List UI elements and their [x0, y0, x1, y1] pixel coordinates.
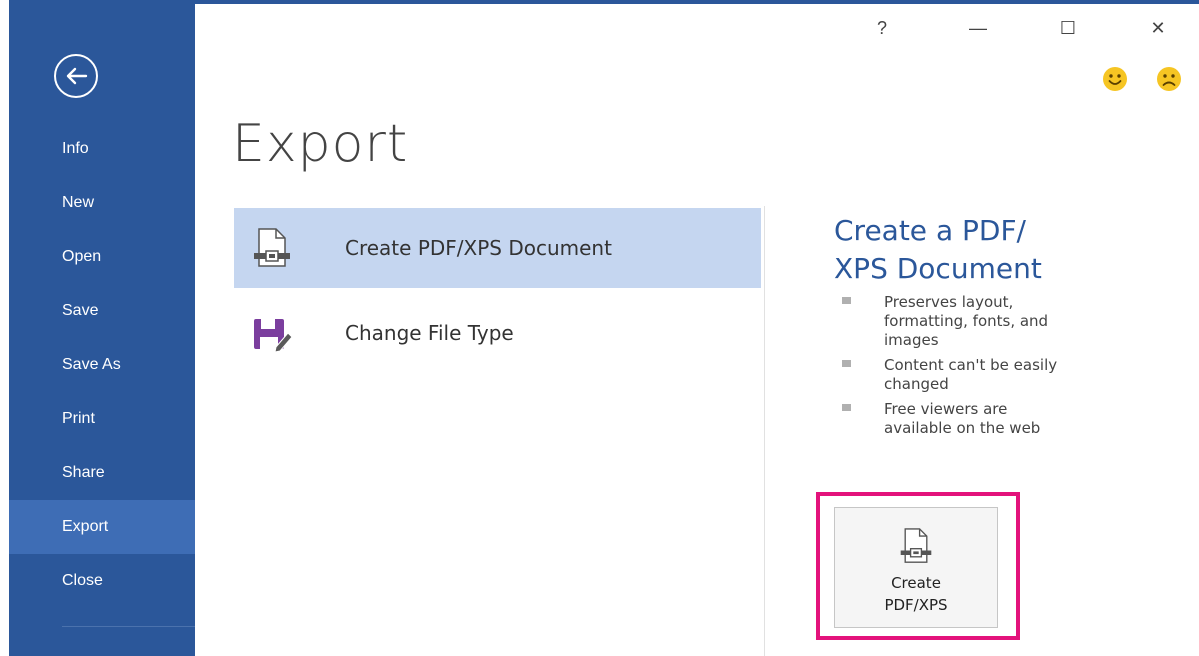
nav-item-new[interactable]: New [9, 176, 195, 230]
close-button[interactable]: ✕ [1138, 18, 1178, 48]
window-left-border [0, 0, 9, 656]
page-title: Export [232, 114, 409, 174]
backstage-sidebar: Info New Open Save Save As Print Share E… [9, 4, 195, 656]
nav-item-open[interactable]: Open [9, 230, 195, 284]
create-button-line2: PDF/XPS [884, 596, 948, 614]
send-smile-button[interactable] [1102, 66, 1128, 92]
backstage-nav: Info New Open Save Save As Print Share E… [9, 122, 195, 608]
create-pdf-xps-button[interactable]: Create PDF/XPS [834, 507, 998, 628]
nav-item-share[interactable]: Share [9, 446, 195, 500]
feature-item: Content can't be easily changed [839, 356, 1069, 394]
pdf-document-icon [254, 228, 290, 267]
create-button-label: Create PDF/XPS [866, 572, 966, 616]
nav-item-info[interactable]: Info [9, 122, 195, 176]
smile-face-icon [1103, 67, 1127, 91]
nav-item-save-as[interactable]: Save As [9, 338, 195, 392]
bullet-square-icon [842, 297, 851, 304]
send-frown-button[interactable] [1156, 66, 1182, 92]
feature-text: Preserves layout, formatting, fonts, and… [884, 293, 1049, 349]
bullet-square-icon [842, 404, 851, 411]
pane-divider [764, 206, 765, 656]
nav-item-export[interactable]: Export [9, 500, 195, 554]
create-button-line1: Create [891, 574, 941, 592]
nav-item-print[interactable]: Print [9, 392, 195, 446]
detail-title: Create a PDF/ XPS Document [834, 212, 1134, 288]
option-label: Create PDF/XPS Document [345, 236, 612, 260]
feature-text: Content can't be easily changed [884, 356, 1058, 393]
option-create-pdf-xps[interactable]: Create PDF/XPS Document [234, 208, 761, 288]
back-button[interactable] [54, 54, 98, 98]
help-button[interactable]: ? [862, 18, 902, 48]
feature-item: Free viewers are available on the web [839, 400, 1069, 438]
maximize-button[interactable]: ☐ [1048, 18, 1088, 48]
feature-item: Preserves layout, formatting, fonts, and… [839, 293, 1069, 350]
minimize-button[interactable]: — [958, 18, 998, 48]
nav-item-close[interactable]: Close [9, 554, 195, 608]
nav-item-save[interactable]: Save [9, 284, 195, 338]
back-arrow-icon [66, 67, 88, 85]
option-label: Change File Type [345, 321, 514, 345]
sidebar-divider [62, 626, 195, 627]
detail-title-line2: XPS Document [834, 252, 1042, 285]
feature-text: Free viewers are available on the web [884, 400, 1041, 437]
floppy-disk-edit-icon [254, 319, 292, 353]
pdf-document-icon [900, 528, 932, 563]
frown-face-icon [1157, 67, 1181, 91]
detail-title-line1: Create a PDF/ [834, 214, 1026, 247]
option-change-file-type[interactable]: Change File Type [234, 293, 761, 373]
bullet-square-icon [842, 360, 851, 367]
feature-list: Preserves layout, formatting, fonts, and… [839, 293, 1069, 444]
